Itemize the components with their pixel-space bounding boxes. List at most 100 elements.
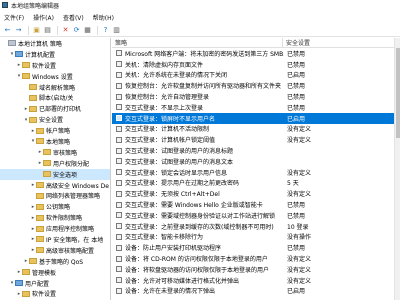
table-row[interactable]: 关机：允许系统在未登录的情况下关闭 已启用 (112, 70, 400, 81)
tree-item-label: IP 安全策略，在 本地 (46, 236, 104, 244)
back-icon[interactable]: ← (3, 26, 12, 35)
policy-name: 交互式登录：计算机帐户锁定阈值 (125, 137, 216, 145)
show-hide-tree-icon[interactable]: ▤ (43, 26, 52, 35)
policy-tree[interactable]: 本地计算机 策略 ▾ 计算机配置 ▸ 软件设置 ▾ Windows 设置 域名解析策略 脚本(启… (0, 38, 111, 300)
table-row[interactable]: 交互式登录：锁定会话时显示用户信息 没有定义 (112, 167, 400, 178)
tree-item[interactable]: 安全选项 (0, 168, 110, 180)
table-row[interactable]: 交互式登录：试图登录的用户的消息标题 (112, 145, 400, 156)
help-icon[interactable]: ? (101, 26, 110, 35)
policy-name: Microsoft 网络客户端：将未加密的密码发送到第三方 SMB... (125, 50, 284, 58)
table-row[interactable]: 交互式登录：需要 Windows Hello 企业版或智能卡 已禁用 (112, 199, 400, 210)
table-row[interactable]: 恢复控制台：允许自动管理登录 已禁用 (112, 91, 400, 102)
tree-item[interactable]: ▸ 高级安全 Windows De (0, 180, 110, 191)
tree-item[interactable]: ▸ 已部署的打印机 (0, 103, 110, 114)
table-row[interactable]: 交互式登录：提示用户在过期之前更改密码 5 天 (112, 178, 400, 189)
tree-item[interactable]: ▸ 管理模板 (0, 267, 110, 278)
tree-item[interactable]: 网络列表管理器策略 (0, 190, 110, 201)
forward-icon[interactable]: → (14, 26, 23, 35)
table-row[interactable]: 交互式登录：计算机帐户锁定阈值 没有定义 (112, 134, 400, 145)
tree-item-label: 安全设置 (39, 117, 64, 125)
tree-item-label: 高级审核策略配置 (46, 247, 95, 255)
table-row[interactable]: 交互式登录：试图登录的用户的消息文本 (112, 156, 400, 167)
table-row[interactable]: 交互式登录：锁屏时不显示用户名 已启用 (112, 112, 400, 124)
tree-item[interactable]: ▾ 本地策略 (0, 136, 110, 147)
column-header-setting[interactable]: 安全设置 (282, 38, 400, 47)
tree-item[interactable]: ▸ IP 安全策略，在 本地 (0, 234, 110, 245)
policy-name: 设备：允许在未登录的情况下弹出 (125, 288, 216, 296)
table-row[interactable]: 交互式登录：智能卡移除行为 没有操作 (112, 232, 400, 243)
toolbar-separator (97, 25, 98, 35)
policy-setting: 没有定义 (287, 126, 312, 134)
folder-icon (43, 149, 51, 156)
tree-item[interactable]: ▸ 帐户策略 (0, 125, 110, 136)
folder-icon (22, 73, 30, 80)
tree-item-label: 脚本(启动/关 (39, 95, 74, 103)
tree-item[interactable]: ▾ 安全设置 (0, 114, 110, 125)
tree-item-label: 网络列表管理器策略 (46, 193, 101, 201)
tree-item[interactable]: ▸ 高级审核策略配置 (0, 245, 110, 256)
vertical-scrollbar[interactable] (394, 38, 400, 300)
table-row[interactable]: 设备：将 CD-ROM 的访问权限仅限于本地登录的用户 没有定义 (112, 253, 400, 264)
table-row[interactable]: 设备：防止用户安装打印机驱动程序 已禁用 (112, 242, 400, 253)
table-row[interactable]: 关机：清除虚拟内存页面文件 已禁用 (112, 59, 400, 70)
table-row[interactable]: 交互式登录：无须按 Ctrl+Alt+Del 没有定义 (112, 188, 400, 199)
policy-name: 设备：将软盘驱动器的访问权限仅限于本地登录的用户 (125, 266, 270, 274)
folder-icon (36, 192, 44, 199)
table-row[interactable]: 恢复控制台：允许软盘复制并访问所有驱动器和所有文件夹 已禁用 (112, 80, 400, 91)
folder-icon (29, 258, 37, 265)
scrollbar-thumb[interactable] (396, 48, 400, 138)
tree-item[interactable]: ▸ 软件设置 (0, 60, 110, 71)
menu-item[interactable]: 文件(F) (4, 13, 24, 22)
policy-icon (116, 223, 122, 230)
tree-item[interactable]: ▸ 软件设置 (0, 288, 110, 299)
tree-item[interactable]: ▸ 软件限制策略 (0, 212, 110, 223)
policy-rows: Microsoft 网络客户端：将未加密的密码发送到第三方 SMB... 已禁用关… (112, 48, 400, 296)
table-row[interactable]: 交互式登录：需要域控制器身份验证以对工作站进行解锁 已禁用 (112, 210, 400, 221)
policy-setting: 没有操作 (287, 234, 312, 242)
table-row[interactable]: 设备：允许对可移动媒体进行格式化并弹出 没有定义 (112, 275, 400, 286)
policy-setting: 已禁用 (287, 104, 306, 112)
tree-item[interactable]: 本地计算机 策略 (0, 38, 110, 49)
policy-name: 交互式登录：不显示上次登录 (125, 104, 204, 112)
column-header-policy[interactable]: 策略 (112, 38, 282, 47)
tree-item[interactable]: ▸ 用户权限分配 (0, 158, 110, 169)
tree-item[interactable]: ▸ 应用程序控制策略 (0, 223, 110, 234)
policy-icon (116, 212, 122, 219)
table-row[interactable]: 设备：允许在未登录的情况下弹出 已启用 (112, 286, 400, 297)
tree-item[interactable]: ▸ 基于策略的 QoS (0, 256, 110, 267)
tree-item[interactable]: ▸ 审核策略 (0, 147, 110, 158)
table-row[interactable]: 设备：将软盘驱动器的访问权限仅限于本地登录的用户 没有定义 (112, 264, 400, 275)
tree-item-label: 用户权限分配 (53, 160, 90, 168)
policy-name: 交互式登录：智能卡移除行为 (125, 234, 204, 242)
up-folder-icon[interactable]: ▣ (32, 26, 41, 35)
tree-item[interactable]: ▸ 公钥策略 (0, 201, 110, 212)
policy-setting: 10 登录 (287, 223, 309, 231)
table-row[interactable]: Microsoft 网络客户端：将未加密的密码发送到第三方 SMB... 已禁用 (112, 48, 400, 59)
policy-icon (116, 136, 122, 143)
policy-name: 交互式登录：锁屏时不显示用户名 (125, 115, 216, 123)
tree-item-label: 本地计算机 策略 (18, 40, 62, 48)
tree-item-label: 审核策略 (53, 149, 78, 157)
tree-item[interactable]: 域名解析策略 (0, 82, 110, 93)
tree-item-label: 软件限制策略 (46, 215, 83, 223)
policy-icon (116, 277, 122, 284)
table-row[interactable]: 交互式登录：之前登录到缓存的次数(域控制器不可用时) 10 登录 (112, 221, 400, 232)
tree-item[interactable]: ▾ 用户配置 (0, 278, 110, 289)
table-row[interactable]: 交互式登录：计算机不活动限制 没有定义 (112, 124, 400, 135)
menu-item[interactable]: 帮助(H) (93, 13, 114, 22)
folder-icon (36, 236, 44, 243)
tree-item[interactable]: 脚本(启动/关 (0, 92, 110, 103)
policy-icon (116, 244, 122, 251)
delete-icon[interactable]: ✕ (61, 26, 70, 35)
tree-item-label: 计算机配置 (25, 51, 56, 59)
refresh-icon[interactable]: ⟳ (72, 26, 81, 35)
table-row[interactable]: 交互式登录：不显示上次登录 已禁用 (112, 102, 400, 113)
tree-item[interactable]: ▾ Windows 设置 (0, 71, 110, 82)
menu-item[interactable]: 操作(A) (33, 13, 54, 22)
tree-item-label: 高级安全 Windows De (46, 182, 109, 190)
tree-item[interactable]: ▾ 计算机配置 (0, 49, 110, 60)
properties-icon[interactable]: ▥ (112, 26, 121, 35)
policy-setting: 已禁用 (287, 50, 306, 58)
export-icon[interactable]: ▦ (83, 26, 92, 35)
menu-item[interactable]: 查看(V) (63, 13, 84, 22)
